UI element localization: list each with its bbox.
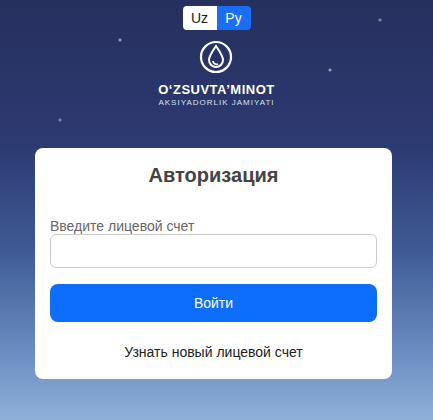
account-input[interactable] [50,234,377,268]
water-drop-icon [199,40,233,74]
logo-title: O‘ZSUVTA’MINOT [158,82,275,98]
language-button[interactable]: Ру [217,6,251,30]
field-label: Введите лицевой счет [50,218,377,234]
login-card: Авторизация Введите лицевой счет Войти Узна… [35,148,392,379]
login-page: UzРу O‘ZSUVTA’MINOTAKSIYADORLIK JAMIYATI А… [0,0,433,420]
language-button[interactable]: Uz [183,6,217,30]
logo: O‘ZSUVTA’MINOTAKSIYADORLIK JAMIYATI [158,40,275,108]
login-button[interactable]: Войти [50,284,377,322]
language-switch: UzРу [183,6,251,30]
card-title: Авторизация [50,162,377,188]
logo-subtitle: AKSIYADORLIK JAMIYATI [158,98,274,108]
new-account-link[interactable]: Узнать новый лицевой счет [50,342,377,362]
